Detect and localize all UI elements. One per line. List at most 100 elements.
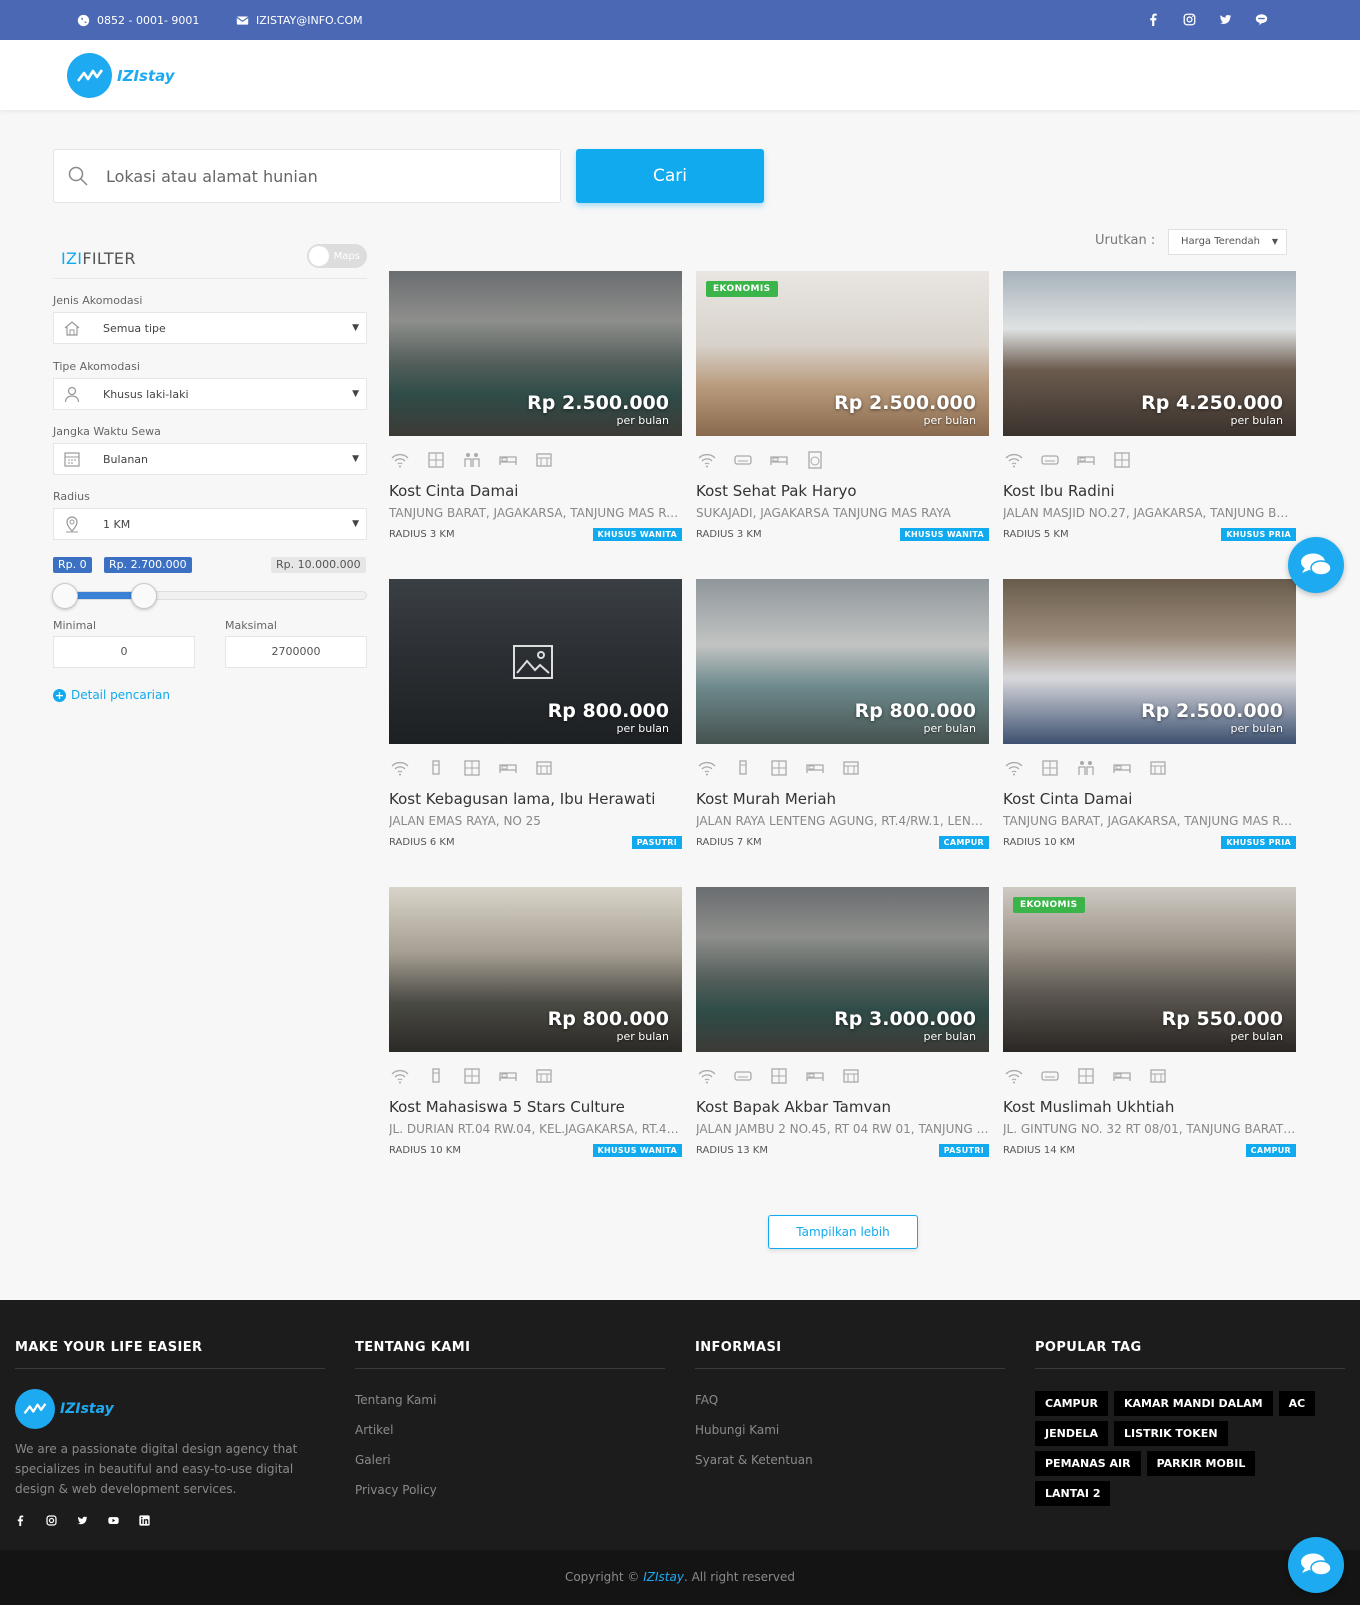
phone-contact[interactable]: 0852 - 0001- 9001 [76, 13, 199, 27]
footer-heading: POPULAR TAG [1035, 1340, 1345, 1369]
listing-photo[interactable]: Rp 2.500.000 per bulan [1003, 579, 1296, 744]
listing-card[interactable]: EKONOMIS Rp 2.500.000 per bulan Kost Sehat … [696, 271, 989, 541]
lamp-icon [732, 758, 754, 778]
listing-price-unit: per bulan [616, 414, 670, 427]
ac-icon [1039, 450, 1061, 470]
listing-card[interactable]: Rp 3.000.000 per bulan Kost Bapak Akbar Ta… [696, 887, 989, 1157]
tag-chip[interactable]: AC [1278, 1391, 1316, 1416]
listing-address: JL. GINTUNG NO. 32 RT 08/01, TANJUNG BAR… [1003, 1122, 1296, 1136]
instagram-icon[interactable] [46, 1515, 57, 1526]
chevron-down-icon: ▼ [352, 323, 359, 333]
listing-photo[interactable]: Rp 800.000 per bulan [389, 579, 682, 744]
footer-link[interactable]: Artikel [355, 1423, 665, 1437]
listing-card[interactable]: Rp 2.500.000 per bulan Kost Cinta Damai TAN… [389, 271, 682, 541]
listing-photo[interactable]: Rp 4.250.000 per bulan [1003, 271, 1296, 436]
listing-price-unit: per bulan [923, 722, 977, 735]
listing-price-unit: per bulan [1230, 1030, 1284, 1043]
select-radius[interactable]: 1 KM ▼ [53, 508, 367, 540]
footer-link[interactable]: FAQ [695, 1393, 1005, 1407]
tag-chip[interactable]: KAMAR MANDI DALAM [1114, 1391, 1273, 1416]
select-jangka-waktu[interactable]: Bulanan ▼ [53, 443, 367, 475]
search-button[interactable]: Cari [576, 149, 764, 203]
line-icon[interactable] [1254, 12, 1268, 26]
listing-title[interactable]: Kost Kebagusan lama, Ibu Herawati [389, 790, 682, 808]
listing-title[interactable]: Kost Murah Meriah [696, 790, 989, 808]
tag-chip[interactable]: PEMANAS AIR [1035, 1451, 1141, 1476]
footer-description: We are a passionate digital design agenc… [15, 1442, 298, 1496]
listing-title[interactable]: Kost Sehat Pak Haryo [696, 482, 989, 500]
tag-chip[interactable]: CAMPUR [1035, 1391, 1108, 1416]
email-contact[interactable]: IZISTAY@INFO.COM [235, 13, 363, 27]
youtube-icon[interactable] [108, 1515, 119, 1526]
tag-chip[interactable]: LANTAI 2 [1035, 1481, 1111, 1506]
bed-icon [804, 1066, 826, 1086]
listing-radius: RADIUS 13 KM [696, 1145, 768, 1156]
search-input[interactable] [106, 166, 546, 186]
listing-photo[interactable]: Rp 800.000 per bulan [389, 887, 682, 1052]
facebook-icon[interactable] [1146, 12, 1160, 26]
twitter-icon[interactable] [1218, 12, 1232, 26]
twitter-icon[interactable] [77, 1515, 88, 1526]
ac-icon [732, 1066, 754, 1086]
footer-link[interactable]: Syarat & Ketentuan [695, 1453, 1005, 1467]
listing-card[interactable]: Rp 800.000 per bulan Kost Kebagusan lama, … [389, 579, 682, 849]
listing-card[interactable]: EKONOMIS Rp 550.000 per bulan Kost Muslimah… [1003, 887, 1296, 1157]
people-icon [461, 450, 483, 470]
range-handle-max[interactable] [130, 583, 157, 609]
window-icon [768, 1066, 790, 1086]
footer-link[interactable]: Galeri [355, 1453, 665, 1467]
sort-select[interactable]: Harga Terendah ▼ [1168, 229, 1287, 255]
footer-link[interactable]: Privacy Policy [355, 1483, 665, 1497]
select-jenis-akomodasi[interactable]: Semua tipe ▼ [53, 312, 367, 344]
detail-search-link[interactable]: + Detail pencarian [53, 688, 170, 702]
listing-title[interactable]: Kost Muslimah Ukhtiah [1003, 1098, 1296, 1116]
listing-meta: RADIUS 13 KM PASUTRI [696, 1144, 989, 1157]
chat-bubble-button[interactable] [1288, 537, 1344, 593]
tag-chip[interactable]: LISTRIK TOKEN [1113, 1421, 1228, 1446]
listing-title[interactable]: Kost Cinta Damai [389, 482, 682, 500]
listing-photo[interactable]: EKONOMIS Rp 2.500.000 per bulan [696, 271, 989, 436]
maksimal-input[interactable]: 2700000 [225, 636, 367, 668]
chat-bubble-button-footer[interactable] [1288, 1537, 1344, 1593]
facebook-icon[interactable] [15, 1515, 26, 1526]
listing-meta: RADIUS 7 KM CAMPUR [696, 836, 989, 849]
chevron-down-icon: ▼ [352, 519, 359, 529]
wifi-icon [696, 1066, 718, 1086]
ac-icon [732, 450, 754, 470]
listing-photo[interactable]: Rp 2.500.000 per bulan [389, 271, 682, 436]
show-more-button[interactable]: Tampilkan lebih [768, 1215, 918, 1249]
linkedin-icon[interactable] [139, 1515, 150, 1526]
tag-chip[interactable]: PARKIR MOBIL [1146, 1451, 1256, 1476]
listing-photo[interactable]: Rp 3.000.000 per bulan [696, 887, 989, 1052]
listing-radius: RADIUS 5 KM [1003, 529, 1069, 540]
listing-title[interactable]: Kost Mahasiswa 5 Stars Culture [389, 1098, 682, 1116]
listing-price-unit: per bulan [616, 1030, 670, 1043]
listing-card[interactable]: Rp 800.000 per bulan Kost Mahasiswa 5 Star… [389, 887, 682, 1157]
footer-logo[interactable]: IZIstay [15, 1389, 325, 1429]
select-tipe-akomodasi[interactable]: Khusus laki-laki ▼ [53, 378, 367, 410]
listing-card[interactable]: Rp 800.000 per bulan Kost Murah Meriah JALA… [696, 579, 989, 849]
tag-chip[interactable]: JENDELA [1035, 1421, 1108, 1446]
table-icon [840, 1066, 862, 1086]
minimal-label: Minimal [53, 619, 97, 632]
footer-link[interactable]: Tentang Kami [355, 1393, 665, 1407]
instagram-icon[interactable] [1182, 12, 1196, 26]
listing-photo[interactable]: EKONOMIS Rp 550.000 per bulan [1003, 887, 1296, 1052]
price-range-slider[interactable] [53, 591, 367, 600]
listing-title[interactable]: Kost Ibu Radini [1003, 482, 1296, 500]
lamp-icon [425, 758, 447, 778]
listing-title[interactable]: Kost Bapak Akbar Tamvan [696, 1098, 989, 1116]
listing-photo[interactable]: Rp 800.000 per bulan [696, 579, 989, 744]
brand-logo[interactable]: IZIstay [67, 53, 175, 98]
listing-card[interactable]: Rp 2.500.000 per bulan Kost Cinta Damai TAN… [1003, 579, 1296, 849]
footer-link[interactable]: Hubungi Kami [695, 1423, 1005, 1437]
minimal-input[interactable]: 0 [53, 636, 195, 668]
maps-toggle[interactable]: Maps [307, 244, 367, 268]
copyright-brand-link[interactable]: IZIstay [643, 1570, 684, 1584]
listing-radius: RADIUS 10 KM [389, 1145, 461, 1156]
listing-title[interactable]: Kost Cinta Damai [1003, 790, 1296, 808]
listing-price: Rp 550.000 [1161, 1008, 1283, 1030]
listing-card[interactable]: Rp 4.250.000 per bulan Kost Ibu Radini JALA… [1003, 271, 1296, 541]
range-handle-min[interactable] [52, 583, 78, 609]
table-icon [533, 758, 555, 778]
